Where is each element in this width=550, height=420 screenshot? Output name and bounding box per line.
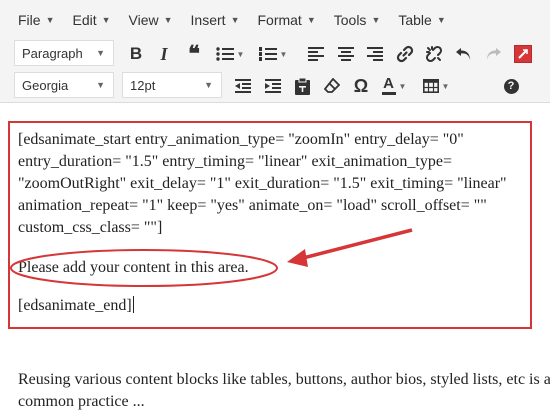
undo-button[interactable] bbox=[453, 40, 475, 68]
paste-as-text-icon bbox=[294, 77, 310, 95]
text-color-icon: A bbox=[381, 75, 396, 95]
outdent-button[interactable] bbox=[232, 72, 254, 100]
annotation-overlay bbox=[10, 228, 413, 287]
align-right-button[interactable] bbox=[365, 40, 385, 68]
blockquote-button[interactable]: ❝ bbox=[183, 40, 205, 68]
fullscreen-button[interactable] bbox=[512, 40, 534, 68]
indent-button[interactable] bbox=[262, 72, 284, 100]
redo-icon bbox=[487, 48, 501, 60]
text-color-letter: A bbox=[383, 75, 394, 92]
help-button[interactable]: ? bbox=[500, 72, 522, 100]
table-button[interactable]: ▼ bbox=[419, 72, 453, 100]
editor-content-area[interactable]: [edsanimate_start entry_animation_type= … bbox=[0, 103, 550, 420]
menu-edit-label: Edit bbox=[72, 12, 97, 28]
annotation-arrow-shaft bbox=[302, 228, 413, 260]
chevron-down-icon: ▼ bbox=[96, 80, 105, 90]
clear-formatting-icon bbox=[324, 78, 340, 93]
chevron-down-icon: ▼ bbox=[441, 81, 450, 91]
chevron-down-icon: ▼ bbox=[45, 15, 55, 25]
outdent-icon bbox=[235, 79, 251, 93]
fullscreen-icon bbox=[514, 45, 532, 63]
font-family-value: Georgia bbox=[22, 77, 69, 93]
chevron-down-icon: ▼ bbox=[371, 15, 381, 25]
bullet-list-button[interactable]: ▼ bbox=[214, 40, 246, 68]
menu-edit[interactable]: Edit ▼ bbox=[63, 12, 119, 28]
editor-toolbar: File ▼ Edit ▼ View ▼ Insert ▼ Format ▼ Tools ▼… bbox=[0, 0, 550, 103]
unlink-icon bbox=[425, 45, 443, 63]
menu-table-label: Table bbox=[398, 12, 432, 28]
undo-icon bbox=[456, 48, 470, 60]
italic-icon: I bbox=[160, 43, 168, 64]
link-icon bbox=[396, 45, 414, 63]
insert-link-button[interactable] bbox=[394, 40, 416, 68]
paste-as-text-button[interactable] bbox=[291, 72, 313, 100]
align-left-icon bbox=[308, 47, 324, 61]
menu-format[interactable]: Format ▼ bbox=[248, 12, 324, 28]
menu-view[interactable]: View ▼ bbox=[120, 12, 182, 28]
align-right-icon bbox=[367, 47, 383, 61]
help-icon: ? bbox=[503, 78, 519, 94]
blockquote-icon: ❝ bbox=[188, 41, 200, 66]
align-center-icon bbox=[338, 47, 354, 61]
bullet-list-icon bbox=[215, 47, 234, 61]
menubar: File ▼ Edit ▼ View ▼ Insert ▼ Format ▼ Tools ▼… bbox=[0, 8, 455, 32]
italic-button[interactable]: I bbox=[154, 40, 174, 68]
annotation-arrow-head bbox=[287, 249, 308, 267]
numbered-list-button[interactable]: ▼ bbox=[256, 40, 290, 68]
chevron-down-icon: ▼ bbox=[163, 15, 173, 25]
menu-insert-label: Insert bbox=[190, 12, 226, 28]
menu-tools[interactable]: Tools ▼ bbox=[325, 12, 390, 28]
numbered-list-icon bbox=[258, 47, 277, 61]
chevron-down-icon: ▼ bbox=[236, 49, 245, 59]
font-size-select[interactable]: 12pt ▼ bbox=[122, 72, 222, 98]
annotation-ellipse bbox=[10, 249, 278, 287]
text-color-button[interactable]: A ▼ bbox=[378, 72, 410, 100]
menu-format-label: Format bbox=[257, 12, 302, 28]
bold-button[interactable]: B bbox=[126, 40, 146, 68]
format-select[interactable]: Paragraph ▼ bbox=[14, 40, 114, 66]
menu-file-label: File bbox=[18, 12, 41, 28]
chevron-down-icon: ▼ bbox=[398, 81, 407, 91]
indent-icon bbox=[265, 79, 281, 93]
redo-button[interactable] bbox=[482, 40, 504, 68]
font-family-select[interactable]: Georgia ▼ bbox=[14, 72, 114, 98]
bold-icon: B bbox=[129, 44, 143, 63]
chevron-down-icon: ▼ bbox=[230, 15, 240, 25]
chevron-down-icon: ▼ bbox=[204, 80, 213, 90]
chevron-down-icon: ▼ bbox=[279, 49, 288, 59]
align-left-button[interactable] bbox=[306, 40, 326, 68]
special-character-button[interactable]: Ω bbox=[350, 72, 372, 100]
chevron-down-icon: ▼ bbox=[306, 15, 316, 25]
chevron-down-icon: ▼ bbox=[96, 48, 105, 58]
table-icon bbox=[422, 79, 439, 93]
format-select-value: Paragraph bbox=[22, 45, 83, 61]
chevron-down-icon: ▼ bbox=[436, 15, 446, 25]
menu-view-label: View bbox=[128, 12, 159, 28]
chevron-down-icon: ▼ bbox=[101, 15, 111, 25]
clear-formatting-button[interactable] bbox=[321, 72, 343, 100]
omega-icon: Ω bbox=[353, 75, 369, 96]
align-center-button[interactable] bbox=[336, 40, 356, 68]
menu-tools-label: Tools bbox=[333, 12, 367, 28]
menu-file[interactable]: File ▼ bbox=[0, 12, 63, 28]
text-color-swatch bbox=[381, 92, 396, 95]
menu-table[interactable]: Table ▼ bbox=[389, 12, 454, 28]
remove-link-button[interactable] bbox=[423, 40, 445, 68]
menu-insert[interactable]: Insert ▼ bbox=[182, 12, 249, 28]
font-size-value: 12pt bbox=[130, 77, 156, 93]
